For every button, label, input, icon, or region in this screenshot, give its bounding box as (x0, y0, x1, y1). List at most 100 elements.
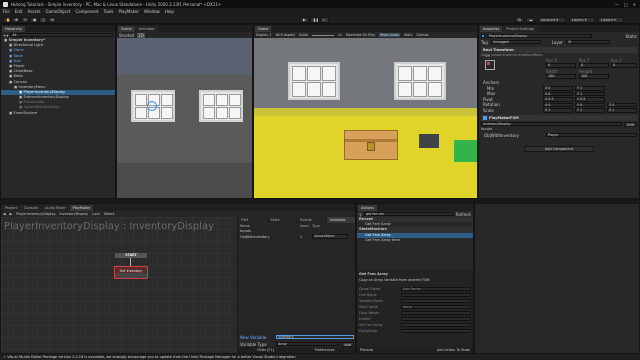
tab-actions[interactable]: Actions (358, 205, 377, 211)
action-param-field[interactable]: None (401, 304, 471, 310)
tab-project-settings[interactable]: Project Settings (503, 26, 537, 32)
transform-field[interactable]: Z 0 (607, 102, 637, 107)
pos-x-field[interactable]: 0 (546, 63, 576, 68)
pos-z-field[interactable]: 0 (611, 63, 637, 68)
rect-handle-icon[interactable] (147, 101, 157, 111)
scale-tool-button[interactable]: ▣ (30, 17, 38, 23)
close-icon[interactable]: ✕ (633, 2, 636, 7)
scene-viewport[interactable] (117, 38, 252, 198)
var-row[interactable]: ObjWithInventory 1 GameObject (238, 234, 355, 240)
2d-toggle[interactable]: 2D (137, 32, 145, 38)
layer-dropdown[interactable]: UI (565, 39, 610, 45)
breadcrumb-fsm[interactable]: InventoryDisplay (59, 212, 88, 216)
collab-icon[interactable]: ⚙ (515, 17, 524, 23)
maximize-on-play-toggle[interactable]: Maximize On Play (346, 33, 375, 37)
transform-field[interactable]: Y 0.5 (575, 97, 605, 102)
variable-type-dropdown[interactable]: Array (276, 341, 340, 347)
hierarchy-item[interactable]: ▣ EventSystem (1, 111, 115, 116)
fsm-checkbox[interactable] (483, 116, 487, 120)
stats-toggle[interactable]: Stats (404, 33, 412, 37)
hints-button[interactable]: Hints [F1] (257, 347, 274, 353)
col-used[interactable]: Used (300, 223, 312, 229)
play-button[interactable]: ▶ (300, 17, 309, 23)
tag-dropdown[interactable]: Untagged (490, 39, 541, 45)
width-field[interactable]: 100 (546, 74, 576, 79)
object-name-field[interactable]: PlayerInventoryDisplay (487, 33, 592, 39)
account-dropdown[interactable]: Account ▾ (538, 17, 566, 23)
select-button[interactable]: Select (104, 212, 114, 216)
fsm-name-field[interactable]: InventoryDisplay (481, 121, 623, 127)
transform-field[interactable]: X 1 (543, 108, 573, 113)
tab-scene[interactable]: Scene (118, 26, 135, 32)
transform-field[interactable]: Y 1 (575, 86, 605, 91)
height-field[interactable]: 100 (579, 74, 609, 79)
gizmos-toggle[interactable]: Gizmos (416, 33, 428, 37)
add-component-button[interactable]: Add Component (524, 146, 594, 153)
action-param-field[interactable] (401, 298, 471, 304)
obj-with-inventory-field[interactable]: Player (546, 132, 637, 138)
menu-help[interactable]: Help (165, 9, 174, 14)
action-param-field[interactable] (401, 316, 471, 322)
lock-button[interactable]: Lock (92, 212, 100, 216)
preview-toggle[interactable]: Preview (360, 347, 373, 353)
tab-playmaker[interactable]: PlayMaker (69, 205, 94, 211)
hand-tool-button[interactable]: ✋ (3, 17, 11, 23)
hierarchy-search-input[interactable]: All (10, 32, 113, 38)
tab-animator[interactable]: Animator (135, 26, 158, 32)
rect-tool-button[interactable]: ▢ (39, 17, 47, 23)
layout-dropdown[interactable]: Layout ▾ (598, 17, 624, 23)
menu-playmaker[interactable]: PlayMaker (119, 9, 140, 14)
transform-field[interactable]: X 0 (543, 91, 573, 96)
action-param-field[interactable]: Use Owner (401, 286, 471, 292)
rotate-tool-button[interactable]: ↻ (21, 17, 29, 23)
menu-file[interactable]: File (3, 9, 10, 14)
actions-search-input[interactable]: get fsm arr (363, 211, 454, 217)
menu-component[interactable]: Component (75, 9, 98, 14)
col-type[interactable]: Type (312, 223, 320, 229)
move-tool-button[interactable]: ✥ (12, 17, 20, 23)
mute-audio-toggle[interactable]: Mute Audio (379, 33, 400, 37)
transform-field[interactable]: Y 1 (575, 91, 605, 96)
add-action-to-state-button[interactable]: Add Action To State (437, 347, 470, 353)
tab-console[interactable]: Console (20, 205, 41, 211)
transform-field[interactable]: Y 0 (575, 102, 605, 107)
active-checkbox[interactable] (481, 34, 485, 38)
breadcrumb-object[interactable]: PlayerInventoryDisplay (16, 212, 55, 216)
transform-field[interactable]: Z 1 (607, 108, 637, 113)
forward-icon[interactable]: ▶ (10, 212, 13, 216)
new-variable-input[interactable]: inventory (276, 334, 354, 340)
anchor-preset-button[interactable] (485, 60, 495, 70)
static-toggle[interactable]: Static (626, 34, 637, 39)
refresh-button[interactable]: Refresh (456, 212, 471, 217)
tab-inspector[interactable]: Inspector (480, 26, 503, 32)
menu-window[interactable]: Window (144, 9, 160, 14)
preferences-button[interactable]: Preferences (315, 347, 335, 353)
tab-game[interactable]: Game (255, 26, 272, 32)
action-param-field[interactable] (401, 322, 471, 328)
menu-edit[interactable]: Edit (15, 9, 23, 14)
pos-y-field[interactable]: 0 (579, 63, 609, 68)
transform-field[interactable]: X 0.5 (543, 97, 573, 102)
game-viewport[interactable] (254, 38, 477, 198)
maximize-icon[interactable]: □ (624, 2, 628, 7)
action-param-field[interactable] (401, 292, 471, 298)
action-param-field[interactable] (401, 310, 471, 316)
layers-dropdown[interactable]: Layers ▾ (569, 17, 595, 23)
cloud-icon[interactable]: ☁ (526, 17, 535, 23)
back-icon[interactable]: ◀ (3, 212, 6, 216)
menu-tools[interactable]: Tools (104, 9, 114, 14)
transform-field[interactable]: X 0 (543, 102, 573, 107)
menu-assets[interactable]: Assets (27, 9, 40, 14)
tab-audio-mixer[interactable]: Audio Mixer (41, 205, 69, 211)
step-button[interactable]: ▷ (320, 17, 329, 23)
add-icon[interactable]: +▾ (3, 33, 8, 38)
transform-field[interactable]: X 0 (543, 86, 573, 91)
hierarchy-item[interactable]: ▣ Doll (1, 59, 184, 64)
shading-dropdown[interactable]: Shaded (119, 33, 134, 38)
minimize-icon[interactable]: — (615, 2, 619, 7)
transform-tool-button[interactable]: ⊕ (48, 17, 56, 23)
add-variable-button[interactable]: Add (341, 341, 354, 347)
tab-hierarchy[interactable]: Hierarchy (2, 26, 25, 32)
status-bar[interactable]: ⚠ Visual Studio Editor Package version 2… (0, 354, 640, 360)
action-param-field[interactable] (401, 328, 471, 334)
